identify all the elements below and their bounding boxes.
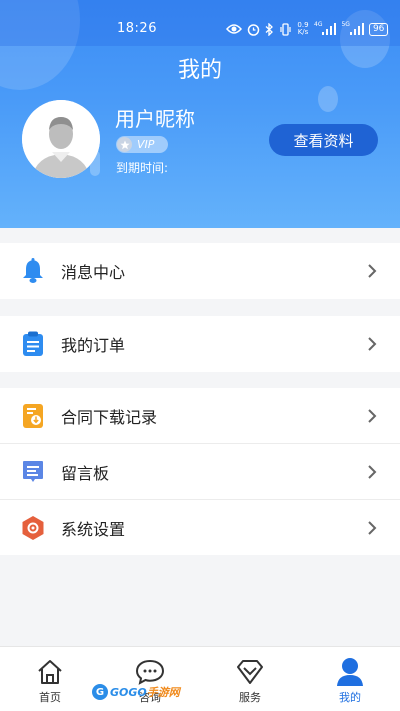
- home-icon: [34, 657, 66, 687]
- tab-home[interactable]: 首页: [0, 647, 100, 711]
- message-board-icon: [20, 459, 46, 485]
- status-time: 18:26: [117, 21, 157, 36]
- decor-bubble: [318, 86, 338, 112]
- status-icons: 0.9 K/s 4G 5G 96: [226, 20, 389, 38]
- menu-item-label: 合同下载记录: [61, 407, 158, 427]
- menu-group: 合同下载记录 留言板 系统设置: [0, 388, 400, 555]
- chevron-right-icon: [364, 464, 380, 480]
- menu-item-message-board[interactable]: 留言板: [0, 443, 400, 499]
- tab-mine[interactable]: 我的: [300, 647, 400, 711]
- signal-icon-secondary: 5G: [341, 21, 364, 36]
- profile-header: 18:26 0.9 K/s 4G 5G 96 我的 用户昵称 VIP 到期时间:…: [0, 0, 400, 228]
- expire-date-label: 到期时间:: [116, 161, 169, 175]
- vibrate-icon: [279, 22, 292, 36]
- clipboard-icon: [20, 331, 46, 357]
- battery-indicator: 96: [368, 22, 389, 36]
- network-speed: 0.9 K/s: [297, 21, 309, 36]
- alarm-icon: [247, 22, 260, 36]
- chevron-right-icon: [364, 263, 380, 279]
- watermark-logo-icon: G: [92, 684, 108, 700]
- bluetooth-icon: [265, 22, 274, 36]
- menu-item-label: 我的订单: [61, 336, 126, 355]
- tab-service[interactable]: 服务: [200, 647, 300, 711]
- avatar[interactable]: [22, 100, 100, 178]
- bottom-tab-bar: 首页 咨询 服务 我的: [0, 646, 400, 711]
- menu-group: 我的订单: [0, 316, 400, 372]
- document-download-icon: [20, 403, 46, 429]
- diamond-icon: [234, 657, 266, 687]
- chevron-right-icon: [364, 520, 380, 536]
- menu-item-label: 系统设置: [61, 519, 126, 539]
- menu-item-label: 消息中心: [61, 263, 126, 282]
- watermark-logo: G GOGO手游网: [92, 683, 180, 701]
- user-avatar-icon: [22, 100, 100, 178]
- menu-item-label: 留言板: [61, 463, 110, 483]
- status-bar: 18:26 0.9 K/s 4G 5G 96: [0, 0, 400, 46]
- chevron-right-icon: [364, 336, 380, 352]
- page-title: 我的: [177, 58, 222, 83]
- username: 用户昵称: [115, 107, 195, 131]
- bell-icon: [20, 258, 46, 284]
- signal-icon: 4G: [314, 21, 337, 36]
- tab-consult[interactable]: 咨询: [100, 647, 200, 711]
- view-profile-button[interactable]: 查看资料: [269, 124, 378, 156]
- menu-item-messages[interactable]: 消息中心: [0, 243, 400, 299]
- chevron-right-icon: [364, 408, 380, 424]
- menu-item-system-settings[interactable]: 系统设置: [0, 499, 400, 555]
- star-icon: [117, 137, 132, 152]
- eye-icon: [226, 22, 242, 36]
- menu-group: 消息中心: [0, 243, 400, 299]
- settings-hexagon-icon: [20, 515, 46, 541]
- menu-item-contract-downloads[interactable]: 合同下载记录: [0, 388, 400, 443]
- menu-item-orders[interactable]: 我的订单: [0, 316, 400, 372]
- vip-badge: VIP: [116, 136, 168, 153]
- user-icon: [334, 657, 366, 687]
